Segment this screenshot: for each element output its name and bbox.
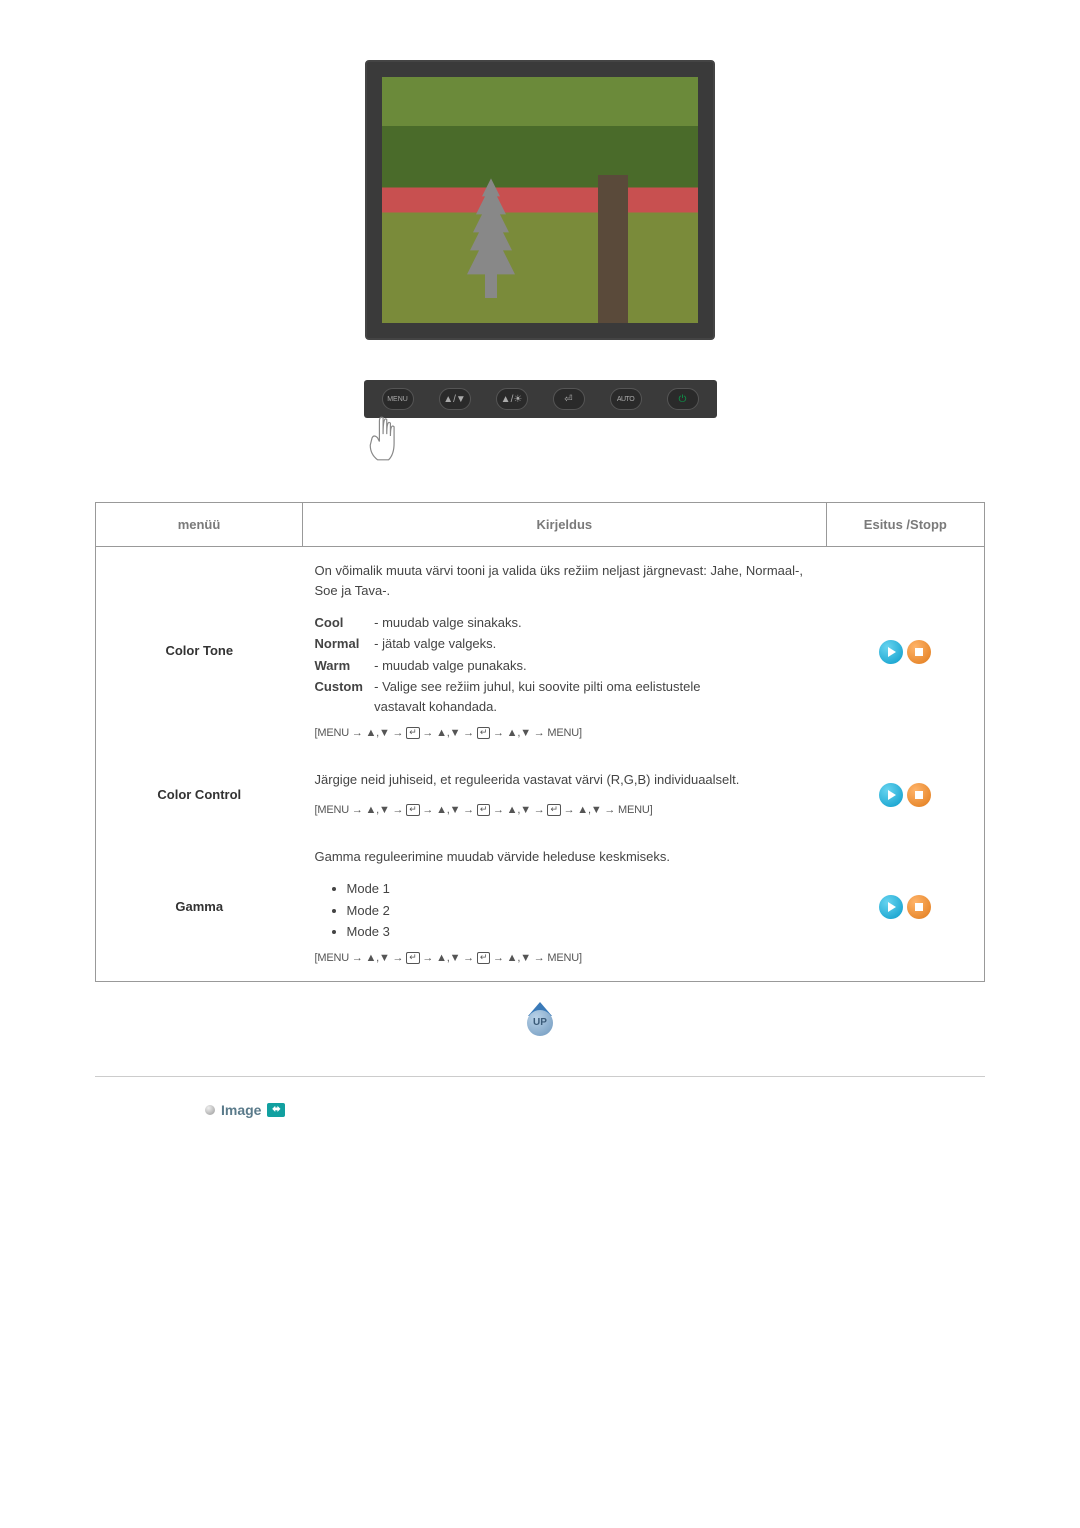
row-play-color-tone <box>826 547 984 757</box>
list-item: Mode 3 <box>347 922 815 942</box>
opt-custom-name: Custom <box>315 677 371 697</box>
stop-button[interactable] <box>907 640 931 664</box>
osd-brightness-button[interactable]: ▲/☀ <box>496 388 528 410</box>
row-label-color-tone: Color Tone <box>96 547 303 757</box>
col-header-desc: Kirjeldus <box>303 503 827 547</box>
color-control-nav: [MENU → ▲,▼ → ↵ → ▲,▼ → ↵ → ▲,▼ → ↵ → ▲,… <box>315 802 815 819</box>
opt-warm-name: Warm <box>315 656 371 676</box>
opt-normal-name: Normal <box>315 634 371 654</box>
row-play-color-control <box>826 756 984 833</box>
color-tone-nav: [MENU → ▲,▼ → ↵ → ▲,▼ → ↵ → ▲,▼ → MENU] <box>315 725 815 742</box>
row-desc-gamma: Gamma reguleerimine muudab värvide heled… <box>303 833 827 981</box>
section-title: Image <box>221 1102 261 1118</box>
monitor-screen-image <box>382 77 698 323</box>
opt-warm-text: - muudab valge punakaks. <box>374 656 526 676</box>
up-label: UP <box>527 1010 553 1036</box>
scroll-to-top[interactable]: UP <box>95 1002 985 1036</box>
image-section-icon: ⬌ <box>267 1103 285 1117</box>
section-divider <box>95 1076 985 1077</box>
stop-button[interactable] <box>907 895 931 919</box>
osd-power-button[interactable]: ⏻ <box>667 388 699 410</box>
col-header-menu: menüü <box>96 503 303 547</box>
osd-menu-table: menüü Kirjeldus Esitus /Stopp Color Tone… <box>95 502 985 982</box>
gamma-nav: [MENU → ▲,▼ → ↵ → ▲,▼ → ↵ → ▲,▼ → MENU] <box>315 950 815 967</box>
col-header-play: Esitus /Stopp <box>826 503 984 547</box>
gamma-intro: Gamma reguleerimine muudab värvide heled… <box>315 847 815 867</box>
play-button[interactable] <box>879 895 903 919</box>
bullet-icon <box>205 1105 215 1115</box>
row-play-gamma <box>826 833 984 981</box>
list-item: Mode 2 <box>347 901 815 921</box>
play-button[interactable] <box>879 640 903 664</box>
hand-pointer-icon <box>359 414 409 469</box>
monitor-preview <box>95 60 985 340</box>
section-heading-image: Image ⬌ <box>205 1102 985 1118</box>
color-control-intro: Järgige neid juhiseid, et reguleerida va… <box>315 770 815 790</box>
opt-cool-name: Cool <box>315 613 371 633</box>
row-label-gamma: Gamma <box>96 833 303 981</box>
osd-enter-button[interactable]: ⏎ <box>553 388 585 410</box>
monitor-osd-button-bar: MENU ▲/▼ ▲/☀ ⏎ AUTO ⏻ <box>364 380 717 469</box>
list-item: Mode 1 <box>347 879 815 899</box>
row-desc-color-tone: On võimalik muuta värvi tooni ja valida … <box>303 547 827 757</box>
row-label-color-control: Color Control <box>96 756 303 833</box>
color-tone-intro: On võimalik muuta värvi tooni ja valida … <box>315 561 815 601</box>
play-button[interactable] <box>879 783 903 807</box>
opt-cool-text: - muudab valge sinakaks. <box>374 613 521 633</box>
monitor-frame <box>365 60 715 340</box>
opt-custom-text: - Valige see režiim juhul, kui soovite p… <box>374 677 714 717</box>
osd-menu-button[interactable]: MENU <box>382 388 414 410</box>
osd-updown-button[interactable]: ▲/▼ <box>439 388 471 410</box>
opt-normal-text: - jätab valge valgeks. <box>374 634 496 654</box>
row-desc-color-control: Järgige neid juhiseid, et reguleerida va… <box>303 756 827 833</box>
osd-auto-button[interactable]: AUTO <box>610 388 642 410</box>
stop-button[interactable] <box>907 783 931 807</box>
gamma-modes-list: Mode 1 Mode 2 Mode 3 <box>347 879 815 941</box>
